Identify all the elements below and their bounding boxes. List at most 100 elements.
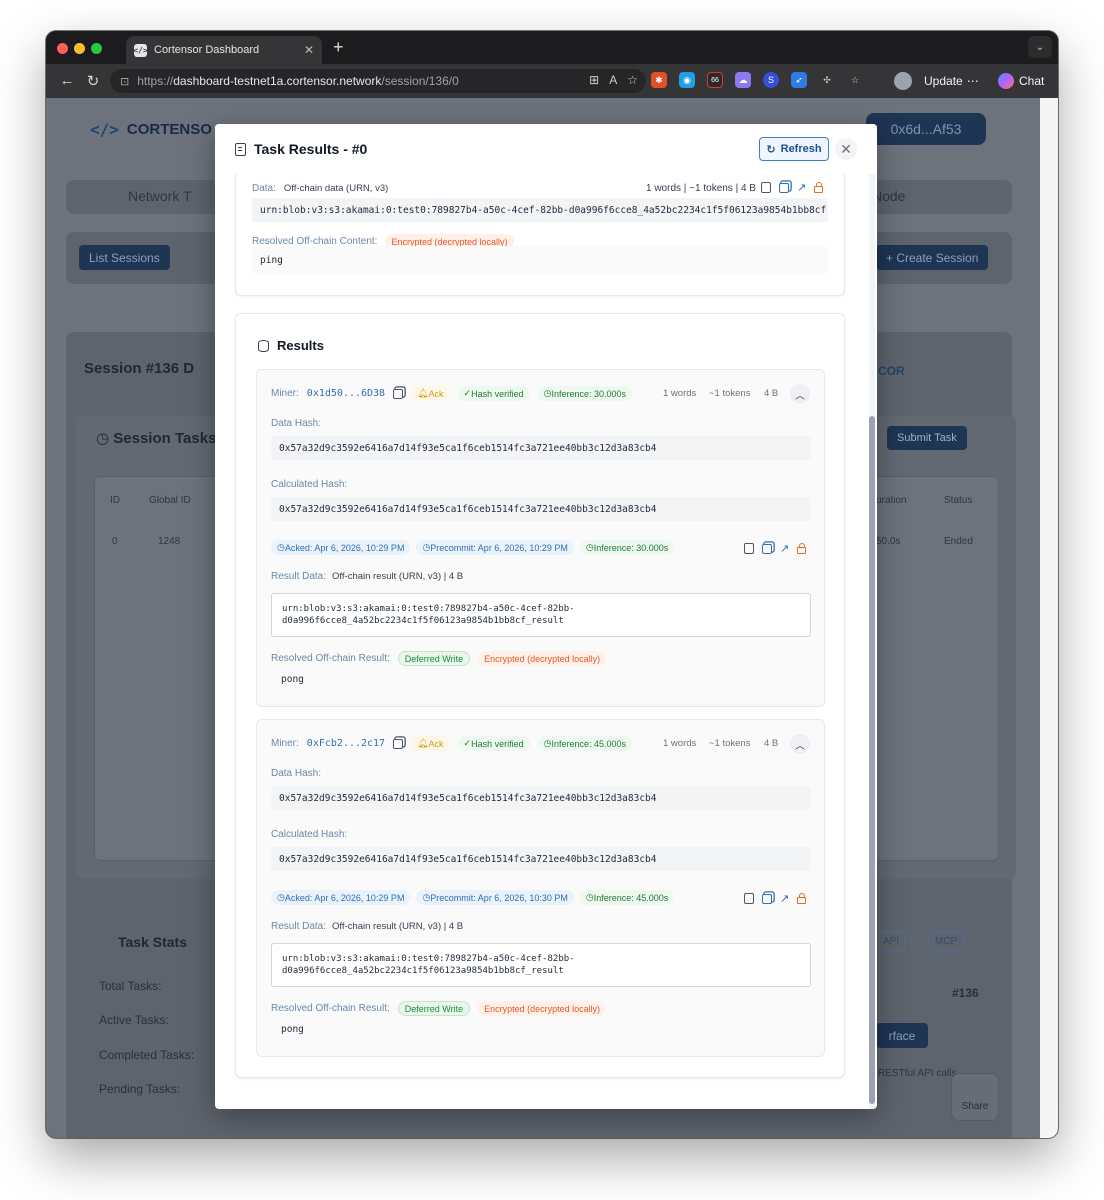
result-data-description: Off-chain result (URN, v3) | 4 B bbox=[332, 571, 464, 582]
miner-tokens: ~1 tokens bbox=[709, 738, 751, 749]
table-header-duration: uration bbox=[876, 495, 907, 506]
site-info-icon[interactable]: ⊡ bbox=[120, 75, 129, 88]
tab-title: Cortensor Dashboard bbox=[154, 44, 260, 56]
collapse-chevron-up-icon[interactable]: ︿ bbox=[790, 734, 810, 754]
miner-address[interactable]: 0x1d50...6D38 bbox=[307, 388, 385, 399]
data-hash-label: Data Hash: bbox=[271, 418, 322, 429]
minimize-window-button[interactable] bbox=[74, 43, 85, 54]
apps-icon[interactable]: ⊞ bbox=[589, 73, 599, 87]
inference-time-label: Inference: 45.000s bbox=[593, 892, 669, 903]
input-data-card: Data: Off-chain data (URN, v3) 1 words |… bbox=[235, 164, 845, 296]
chat-button[interactable]: Chat bbox=[992, 70, 1050, 92]
back-arrow-icon[interactable]: ← bbox=[54, 72, 80, 89]
check-circle-icon: ✓ bbox=[463, 388, 472, 398]
close-window-button[interactable] bbox=[57, 43, 68, 54]
task-results-modal: Task Results - #0 ↻ Refresh ✕ Data: Off-… bbox=[215, 124, 877, 1109]
stat-completed-tasks: Completed Tasks: bbox=[99, 1048, 195, 1062]
inference-time-badge: ◷ Inference: 30.000s bbox=[579, 540, 675, 555]
browser-tab[interactable]: </> Cortensor Dashboard ✕ bbox=[126, 36, 322, 64]
favorite-star-icon[interactable]: ☆ bbox=[627, 73, 638, 87]
copy-icon[interactable] bbox=[779, 182, 789, 193]
copilot-icon bbox=[998, 73, 1014, 89]
bug-extension-icon[interactable]: ✱ bbox=[651, 72, 667, 88]
data-meta: 1 words | ~1 tokens | 4 B bbox=[646, 183, 756, 194]
share-button: Share bbox=[951, 1073, 999, 1121]
url-text: https://dashboard-testnet1a.cortensor.ne… bbox=[137, 74, 459, 88]
calc-hash-value: 0x57a32d9c3592e6416a7d14f93e5ca1f6ceb151… bbox=[271, 847, 811, 871]
new-tab-icon[interactable]: + bbox=[333, 37, 344, 58]
hash-verified-label: Hash verified bbox=[471, 388, 524, 399]
acked-label: Acked: Apr 6, 2026, 10:29 PM bbox=[284, 542, 405, 553]
page-scrollbar[interactable] bbox=[1040, 98, 1058, 1138]
lock-icon[interactable] bbox=[797, 892, 807, 904]
collapse-chevron-up-icon[interactable]: ︿ bbox=[790, 384, 810, 404]
precommit-timestamp-badge: ◷ Precommit: Apr 6, 2026, 10:30 PM bbox=[416, 890, 574, 905]
modal-scrollbar-thumb[interactable] bbox=[869, 416, 875, 1104]
copy-icon[interactable] bbox=[762, 543, 772, 554]
cortensor-logo: </> CORTENSO bbox=[90, 120, 212, 139]
result-urn-line-1: urn:blob:v3:s3:akamai:0:test0:789827b4-a… bbox=[282, 954, 575, 964]
miner-result-1: Miner: 0x1d50...6D38 🔔︎ Ack ✓ Hash verif… bbox=[256, 369, 825, 707]
favorites-list-icon[interactable]: ☆ bbox=[847, 72, 863, 88]
miner-bytes: 4 B bbox=[764, 738, 779, 749]
miner-words: 1 words bbox=[663, 388, 697, 399]
results-title: Results bbox=[258, 338, 324, 353]
view-document-icon[interactable] bbox=[744, 893, 754, 904]
ack-badge: 🔔︎ Ack bbox=[411, 736, 450, 751]
address-bar[interactable]: ⊡ https://dashboard-testnet1a.cortensor.… bbox=[110, 69, 646, 93]
tab-close-icon[interactable]: ✕ bbox=[304, 43, 314, 57]
refresh-label: Refresh bbox=[780, 143, 822, 155]
encrypted-badge: Encrypted (decrypted locally) bbox=[478, 1001, 607, 1016]
precommit-timestamp-badge: ◷ Precommit: Apr 6, 2026, 10:29 PM bbox=[416, 540, 574, 555]
view-document-icon[interactable] bbox=[761, 182, 771, 193]
wing-extension-icon[interactable]: ➶ bbox=[791, 72, 807, 88]
table-header-status: Status bbox=[944, 495, 973, 506]
result-urn-box: urn:blob:v3:s3:akamai:0:test0:789827b4-a… bbox=[271, 943, 811, 987]
cortensor-favicon-icon: </> bbox=[133, 43, 148, 57]
reload-icon[interactable]: ↻ bbox=[80, 72, 106, 90]
profile-avatar[interactable] bbox=[894, 72, 912, 90]
stat-pending-tasks: Pending Tasks: bbox=[99, 1082, 181, 1096]
calendar-extension-icon[interactable]: 66 bbox=[707, 72, 723, 88]
session-tasks-label: Session Tasks bbox=[113, 430, 217, 447]
puzzle-extensions-icon[interactable]: ✣ bbox=[819, 72, 835, 88]
miner-result-2: Miner: 0xFcb2...2c17 🔔︎ Ack ✓ Hash verif… bbox=[256, 719, 825, 1057]
miner-bytes: 4 B bbox=[764, 388, 779, 399]
results-label: Results bbox=[277, 338, 324, 353]
ack-label: Ack bbox=[428, 738, 444, 749]
inference-badge: ◷ Inference: 45.000s bbox=[537, 736, 633, 751]
lock-icon[interactable] bbox=[797, 542, 807, 554]
modal-close-icon[interactable]: ✕ bbox=[835, 138, 857, 160]
cloud-extension-icon[interactable]: ☁ bbox=[735, 72, 751, 88]
extension-cyan-icon[interactable]: ◉ bbox=[679, 72, 695, 88]
tab-menu-chevron-icon[interactable]: ⌄ bbox=[1028, 36, 1052, 58]
copy-address-icon[interactable] bbox=[393, 738, 404, 749]
lock-icon[interactable] bbox=[814, 181, 824, 193]
table-header-global-id: Global ID bbox=[149, 495, 191, 506]
update-button[interactable]: Update ⋯ bbox=[918, 70, 985, 92]
maximize-window-button[interactable] bbox=[91, 43, 102, 54]
inference-label: Inference: 30.000s bbox=[551, 388, 627, 399]
modal-header: Task Results - #0 ↻ Refresh ✕ bbox=[215, 124, 877, 174]
copy-icon[interactable] bbox=[762, 893, 772, 904]
browser-window: </> Cortensor Dashboard ✕ + ⌄ ← ↻ ⊡ http… bbox=[46, 31, 1058, 1138]
miner-address[interactable]: 0xFcb2...2c17 bbox=[307, 738, 385, 749]
ack-badge: 🔔︎ Ack bbox=[411, 386, 450, 401]
external-link-icon[interactable]: ↗ bbox=[797, 181, 806, 194]
data-hash-value: 0x57a32d9c3592e6416a7d14f93e5ca1f6ceb151… bbox=[271, 436, 811, 460]
document-icon bbox=[235, 142, 246, 156]
copy-address-icon[interactable] bbox=[393, 388, 404, 399]
results-card: Results Miner: 0x1d50...6D38 🔔︎ Ack ✓ Ha… bbox=[235, 313, 845, 1078]
external-link-icon[interactable]: ↗ bbox=[780, 542, 789, 555]
modal-title: Task Results - #0 bbox=[254, 141, 368, 157]
refresh-button[interactable]: ↻ Refresh bbox=[759, 137, 829, 161]
mcp-button: MCP bbox=[928, 931, 965, 951]
external-link-icon[interactable]: ↗ bbox=[780, 892, 789, 905]
view-document-icon[interactable] bbox=[744, 543, 754, 554]
wallet-address-button: 0x6d...Af53 bbox=[866, 113, 986, 145]
interface-button: rface bbox=[876, 1023, 928, 1048]
update-label: Update bbox=[924, 74, 963, 88]
inference-badge: ◷ Inference: 30.000s bbox=[537, 386, 633, 401]
s-extension-icon[interactable]: S bbox=[763, 72, 779, 88]
read-aloud-icon[interactable]: A bbox=[609, 73, 617, 87]
